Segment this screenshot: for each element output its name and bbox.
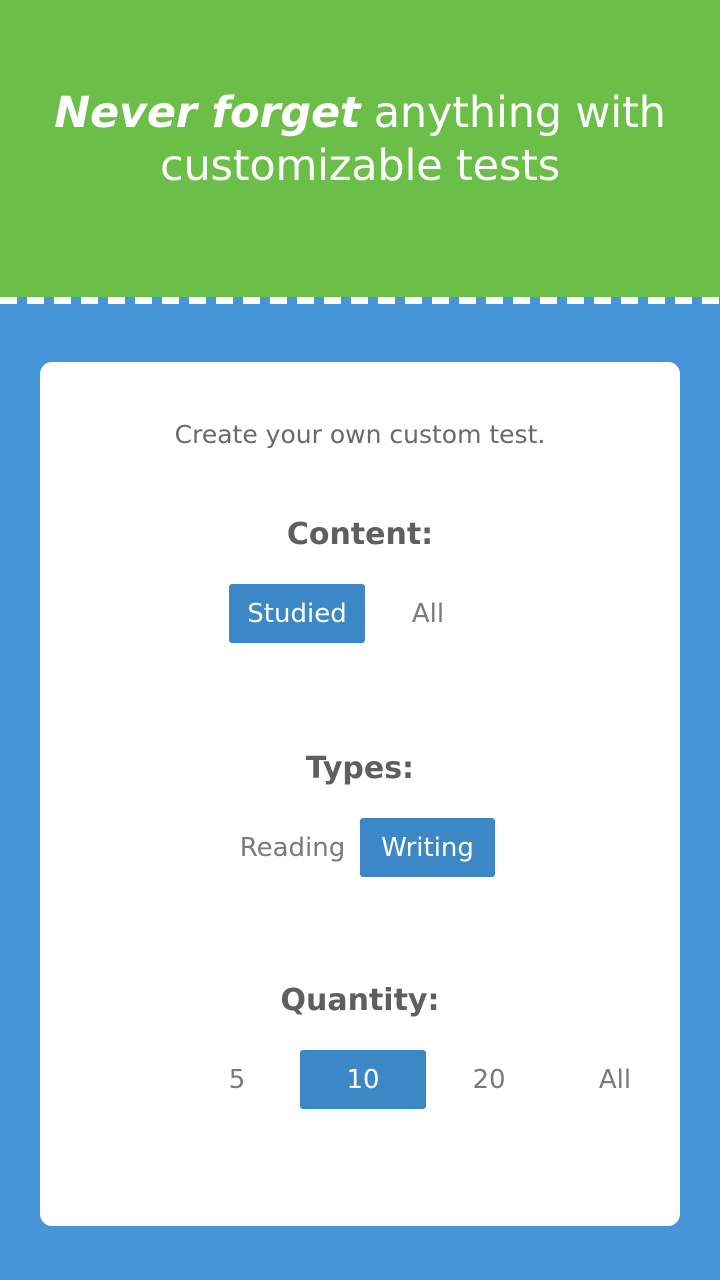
option-quantity-all[interactable]: All [552,1050,678,1109]
option-row-quantity: 5 10 20 All [40,1050,680,1109]
hero-headline-emphasis: Never forget [54,88,361,139]
option-quantity-10[interactable]: 10 [300,1050,426,1109]
section-title-quantity: Quantity: [280,983,440,1018]
option-types-reading[interactable]: Reading [225,818,360,877]
hero-banner: Never forget anything with customizable … [0,0,720,297]
option-quantity-5[interactable]: 5 [174,1050,300,1109]
option-content-studied[interactable]: Studied [229,584,365,643]
section-types: Types: Reading Writing [40,754,680,877]
card-subtitle: Create your own custom test. [174,420,546,449]
section-quantity: Quantity: 5 10 20 All [40,986,680,1109]
custom-test-card: Create your own custom test. Content: St… [40,362,680,1226]
option-row-types: Reading Writing [40,818,680,877]
perforation-divider [0,297,720,304]
option-quantity-20[interactable]: 20 [426,1050,552,1109]
app-root: Never forget anything with customizable … [0,0,720,1280]
section-title-content: Content: [286,517,434,552]
section-title-types: Types: [305,751,415,786]
hero-headline: Never forget anything with customizable … [40,87,680,210]
section-content: Content: Studied All [40,520,680,643]
option-content-all[interactable]: All [365,584,491,643]
option-row-content: Studied All [40,584,680,643]
option-types-writing[interactable]: Writing [360,818,495,877]
